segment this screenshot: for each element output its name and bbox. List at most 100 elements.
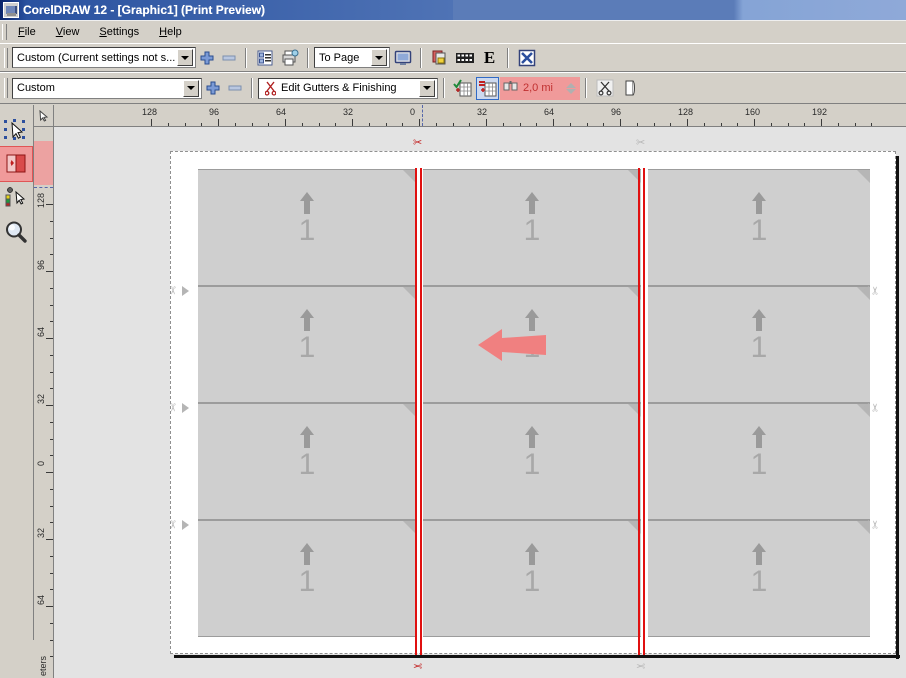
toolbar-grip[interactable]: [4, 47, 8, 68]
ruler-corner[interactable]: [34, 105, 54, 127]
letter-e-icon[interactable]: E: [478, 46, 501, 69]
gutter-scissors-top-1[interactable]: ✂: [413, 138, 422, 149]
ruler-minor-tick: [435, 123, 437, 126]
chevron-down-icon-mode[interactable]: [419, 79, 435, 97]
menu-view[interactable]: View: [46, 24, 90, 40]
imposed-card[interactable]: 1: [198, 286, 416, 403]
row-scissors-right-1[interactable]: ✂: [870, 286, 882, 295]
pick-tool[interactable]: [0, 113, 32, 147]
remove-layout-button[interactable]: [224, 77, 246, 99]
ruler-label-v: 32: [36, 528, 46, 539]
ruler-minor-tick: [502, 123, 504, 126]
ruler-minor-tick-v: [50, 555, 53, 557]
zoom-level-combo[interactable]: To Page: [314, 47, 390, 68]
imposition-layout-tool[interactable]: [0, 146, 33, 182]
close-x-icon[interactable]: [515, 46, 538, 69]
monitor-preview-icon[interactable]: [391, 46, 414, 69]
ruler-label: 96: [209, 107, 220, 117]
gutter-line-2[interactable]: [638, 168, 645, 655]
ruler-major-tick: [285, 119, 286, 126]
row-scissors-right-2[interactable]: ✂: [870, 403, 882, 412]
gutter-scissors-top-2[interactable]: ✂: [636, 138, 645, 149]
ruler-label: 128: [678, 107, 694, 117]
menu-file[interactable]: File: [8, 24, 46, 40]
fold-icon[interactable]: [618, 77, 641, 100]
ruler-minor-tick-v: [50, 488, 53, 490]
row-scissors-left-3[interactable]: ✂: [166, 520, 178, 529]
row-scissors-left-1[interactable]: ✂: [166, 286, 178, 295]
ruler-minor-tick-v: [50, 220, 53, 222]
ruler-minor-tick-v: [50, 505, 53, 507]
imposition-layout-combo[interactable]: Custom: [12, 77, 202, 99]
ruler-major-tick: [352, 119, 353, 126]
row-scissors-left-2[interactable]: ✂: [166, 403, 178, 412]
imposed-card[interactable]: 1: [423, 169, 641, 286]
print-style-combo[interactable]: Custom (Current settings not s...: [12, 47, 196, 68]
imposed-card[interactable]: 1: [198, 520, 416, 637]
card-page-number: 1: [298, 448, 316, 481]
imposed-card[interactable]: 1: [423, 520, 641, 637]
card-page-number: 1: [750, 214, 768, 247]
ruler-label: 64: [276, 107, 287, 117]
gutter-width-field[interactable]: 2,0 mi: [500, 76, 580, 100]
imposed-card[interactable]: 1: [198, 403, 416, 520]
preview-canvas[interactable]: 111111111111 ✂ ✂ ✂ ✂ ✂ ✂ ✂ ✂ ✂ ✂: [54, 127, 906, 678]
add-layout-button[interactable]: [202, 77, 224, 99]
card-orientation-arrow-icon: [524, 192, 540, 214]
ruler-label-v: 128: [36, 193, 46, 209]
add-print-style-button[interactable]: [196, 47, 218, 69]
vertical-ruler-highlight: [34, 141, 53, 185]
card-orientation-arrow-icon: [299, 309, 315, 331]
imposition-mode-combo[interactable]: Edit Gutters & Finishing: [258, 77, 438, 99]
card-orientation-arrow-icon: [524, 426, 540, 448]
scissors-icon[interactable]: [593, 77, 616, 100]
ruler-minor-tick: [586, 123, 588, 126]
gutter-line-1[interactable]: [415, 168, 422, 655]
chevron-down-icon[interactable]: [177, 49, 193, 66]
imposed-card[interactable]: 1: [648, 403, 870, 520]
imposed-card[interactable]: 1: [198, 169, 416, 286]
printable-sheet[interactable]: 111111111111: [170, 151, 899, 659]
title-bar: CorelDRAW 12 - [Graphic1] (Print Preview…: [0, 0, 906, 20]
gutter-selection-arrow[interactable]: [476, 323, 548, 367]
gutter-scissors-bottom-1[interactable]: ✂: [413, 659, 422, 671]
ruler-minor-tick: [854, 123, 856, 126]
ruler-label: 64: [544, 107, 555, 117]
print-options-button[interactable]: [253, 46, 276, 69]
imposed-card[interactable]: 1: [648, 286, 870, 403]
ruler-minor-tick: [402, 123, 404, 126]
vertical-ruler[interactable]: eters 128 96 64 32 0 32 64: [34, 127, 54, 678]
equal-gutter-icon[interactable]: [476, 76, 499, 100]
remove-print-style-button[interactable]: [218, 47, 240, 69]
chevron-down-icon-layout[interactable]: [183, 79, 199, 97]
gutter-width-stepper[interactable]: [564, 79, 578, 98]
card-orientation-arrow-icon: [751, 309, 767, 331]
ruler-minor-tick: [335, 123, 337, 126]
ruler-major-tick-v: [46, 606, 53, 607]
ruler-label-v: 64: [36, 595, 46, 606]
row-scissors-right-3[interactable]: ✂: [870, 520, 882, 529]
toolbar-separator: [245, 47, 247, 68]
chevron-down-icon-zoom[interactable]: [371, 49, 387, 66]
horizontal-ruler[interactable]: 128 96 64 32 0 32 64 96 128 160 192: [54, 105, 906, 127]
card-orientation-arrow-icon: [299, 543, 315, 565]
auto-gutter-icon[interactable]: [451, 77, 474, 100]
ruler-minor-tick: [201, 123, 203, 126]
print-style-value: Custom (Current settings not s...: [17, 51, 175, 64]
ruler-minor-tick-v: [50, 371, 53, 373]
imposed-card[interactable]: 1: [648, 169, 870, 286]
imposed-card[interactable]: 1: [423, 403, 641, 520]
ruler-major-tick: [687, 119, 688, 126]
filmstrip-icon[interactable]: [453, 46, 476, 69]
gutter-scissors-bottom-2[interactable]: ✂: [636, 659, 645, 671]
imposed-card[interactable]: 1: [648, 520, 870, 637]
imposition-toolbar-grip[interactable]: [4, 78, 8, 98]
menu-help[interactable]: Help: [149, 24, 192, 40]
copies-icon[interactable]: [428, 46, 451, 69]
marks-placement-tool[interactable]: [0, 181, 32, 215]
zoom-tool[interactable]: [0, 215, 32, 249]
ruler-minor-tick-v: [50, 639, 53, 641]
printer-icon[interactable]: [278, 46, 301, 69]
menu-settings[interactable]: Settings: [89, 24, 149, 40]
ruler-minor-tick-v: [50, 254, 53, 256]
